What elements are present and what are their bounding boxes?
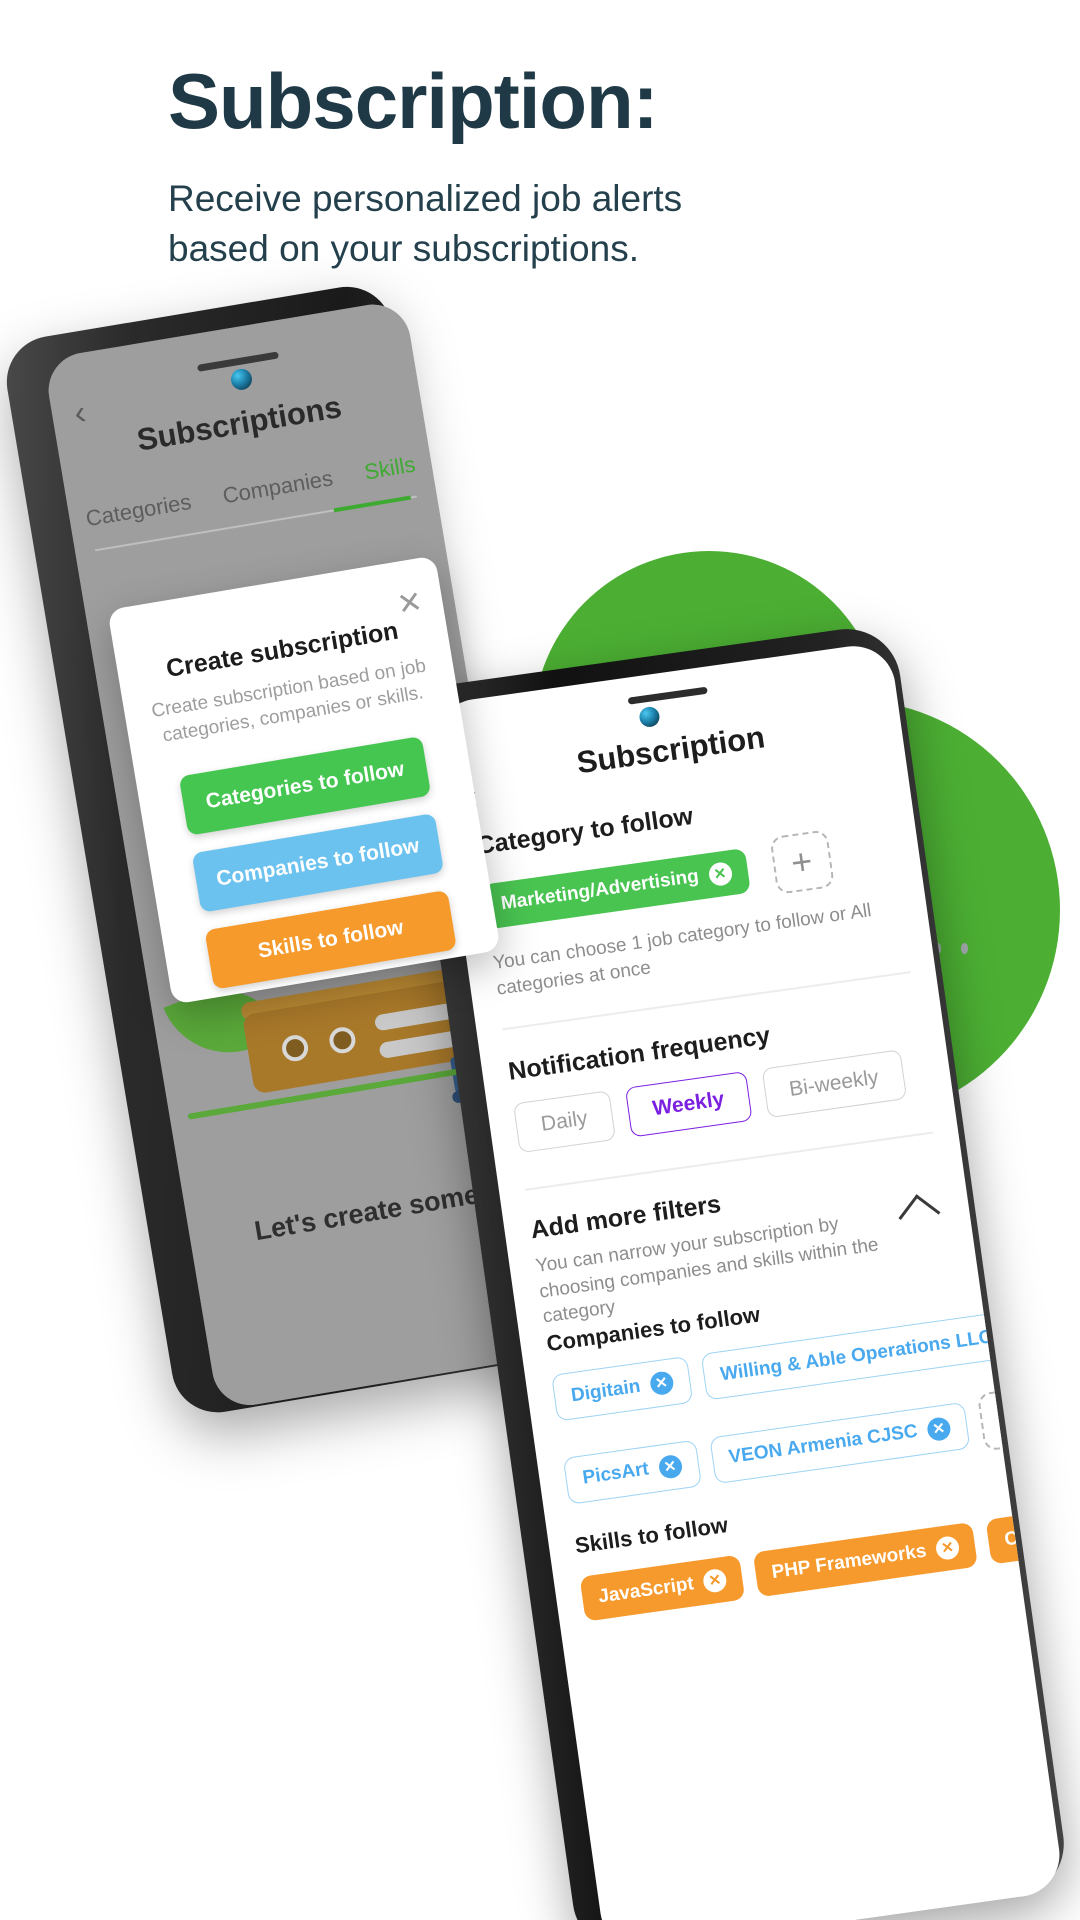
chip-php-frameworks[interactable]: PHP Frameworks ✕ xyxy=(752,1521,978,1598)
create-subscription-modal: ✕ Create subscription Create subscriptio… xyxy=(107,555,501,1005)
remove-circle-icon[interactable]: ✕ xyxy=(934,1535,961,1562)
chip-javascript[interactable]: JavaScript ✕ xyxy=(579,1554,746,1622)
close-icon[interactable]: ✕ xyxy=(394,584,425,623)
remove-circle-icon[interactable]: ✕ xyxy=(925,1415,952,1442)
page-title: Subscription: xyxy=(168,57,659,145)
phone-2-camera-icon xyxy=(638,705,661,729)
chip-label: PHP Frameworks xyxy=(770,1540,928,1583)
chip-label: PicsArt xyxy=(581,1458,651,1489)
chip-label: Digitain xyxy=(569,1375,642,1406)
remove-circle-icon[interactable]: ✕ xyxy=(707,860,734,887)
frequency-option-weekly[interactable]: Weekly xyxy=(624,1071,753,1138)
phone-2-screen-title: Subscription xyxy=(574,719,767,781)
remove-circle-icon[interactable]: ✕ xyxy=(701,1567,728,1594)
chip-picsart[interactable]: PicsArt ✕ xyxy=(562,1439,702,1505)
chip-label: JavaScript xyxy=(596,1572,696,1607)
add-category-plus-icon[interactable]: + xyxy=(768,829,835,895)
frequency-option-daily[interactable]: Daily xyxy=(512,1090,616,1154)
chip-label: VEON Armenia CJSC xyxy=(727,1420,919,1468)
chip-label: C# xyxy=(1003,1525,1031,1550)
chip-digitain[interactable]: Digitain ✕ xyxy=(551,1355,693,1422)
chip-marketing-advertising[interactable]: Marketing/Advertising ✕ xyxy=(482,847,751,929)
phone-2-speaker xyxy=(627,686,708,705)
chip-csharp[interactable]: C# ✕ xyxy=(985,1507,1065,1565)
page-subtitle: Receive personalized job alerts based on… xyxy=(168,178,683,269)
remove-circle-icon[interactable]: ✕ xyxy=(1036,1520,1063,1547)
skills-to-follow-label: Skills to follow xyxy=(573,1512,730,1559)
frequency-option-biweekly[interactable]: Bi-weekly xyxy=(761,1049,907,1119)
chip-label: Marketing/Advertising xyxy=(499,865,701,915)
remove-circle-icon[interactable]: ✕ xyxy=(657,1453,684,1480)
remove-circle-icon[interactable]: ✕ xyxy=(648,1370,675,1397)
remove-circle-icon[interactable]: ✕ xyxy=(1000,1320,1027,1347)
add-company-plus-icon[interactable]: + xyxy=(976,1385,1043,1452)
chevron-up-icon[interactable] xyxy=(898,1194,941,1237)
chip-veon-armenia[interactable]: VEON Armenia CJSC ✕ xyxy=(708,1401,971,1484)
page-header: Subscription: Receive personalized job a… xyxy=(0,0,1080,274)
chip-label: Willing & Able Operations LLC xyxy=(718,1325,994,1385)
